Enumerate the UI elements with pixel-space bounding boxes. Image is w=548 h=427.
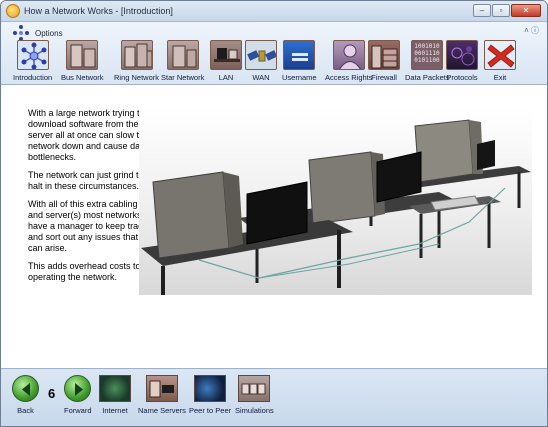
toolbar-protocols[interactable]: Protocols bbox=[446, 40, 478, 82]
window-title: How a Network Works - [Introduction] bbox=[24, 6, 173, 16]
paragraph: This adds overhead costs to operating th… bbox=[28, 261, 141, 282]
app-icon bbox=[6, 4, 20, 18]
title-bar: How a Network Works - [Introduction] – ▫… bbox=[1, 1, 547, 22]
firewall-icon bbox=[368, 40, 400, 70]
server-icon bbox=[120, 40, 153, 70]
nav-label: Name Servers bbox=[138, 406, 186, 415]
protocols-icon bbox=[446, 40, 478, 70]
back-arrow-icon bbox=[12, 375, 39, 402]
toolbar-ring-network[interactable]: Ring Network bbox=[114, 40, 159, 82]
minimize-button[interactable]: – bbox=[473, 4, 491, 17]
binary-data-icon: 1001010 0001110 0101100 bbox=[411, 40, 444, 70]
close-window-button[interactable]: ✕ bbox=[511, 4, 541, 17]
app-window: How a Network Works - [Introduction] – ▫… bbox=[0, 0, 548, 427]
page-number: 6 bbox=[48, 386, 56, 401]
computer-desk-icon bbox=[210, 40, 242, 70]
toolbar-label: Bus Network bbox=[61, 73, 104, 82]
server-icon bbox=[166, 40, 199, 70]
back-label: Back bbox=[17, 406, 34, 415]
toolbar-firewall[interactable]: Firewall bbox=[368, 40, 400, 82]
toolbar-label: Star Network bbox=[161, 73, 205, 82]
toolbar-label: Ring Network bbox=[114, 73, 160, 82]
ribbon: Options ˄ ⓘ Introduction Bus Network Rin… bbox=[1, 22, 547, 85]
person-icon bbox=[332, 40, 365, 70]
toolbar-bus-network[interactable]: Bus Network bbox=[61, 40, 104, 82]
toolbar-label: Username bbox=[282, 73, 317, 82]
binary-row: 0101100 bbox=[414, 57, 440, 64]
network-hub-icon bbox=[16, 40, 49, 70]
paragraph: The network can just grind to a halt in … bbox=[28, 170, 152, 191]
server-icon bbox=[66, 40, 99, 70]
options-label: Options bbox=[35, 28, 63, 38]
toolbar-exit[interactable]: Exit bbox=[484, 40, 516, 82]
network-illustration bbox=[139, 108, 532, 295]
close-x-icon bbox=[484, 40, 516, 70]
toolbar-label: Access Rights bbox=[325, 73, 373, 82]
toolbar-label: Firewall bbox=[371, 73, 397, 82]
toolbar-label: WAN bbox=[252, 73, 270, 82]
forward-button[interactable]: Forward bbox=[64, 375, 92, 415]
maximize-button[interactable]: ▫ bbox=[492, 4, 510, 17]
forward-arrow-icon bbox=[64, 375, 92, 402]
back-button[interactable]: Back bbox=[12, 375, 39, 415]
nav-label: Simulations bbox=[235, 406, 274, 415]
toolbar-data-packets[interactable]: 1001010 0001110 0101100 Data Packets bbox=[405, 40, 450, 82]
window-controls: – ▫ ✕ bbox=[473, 4, 541, 17]
toolbar-label: LAN bbox=[218, 73, 234, 82]
nav-peer-to-peer[interactable]: Peer to Peer bbox=[189, 375, 231, 415]
toolbar-label: Data Packets bbox=[405, 73, 450, 82]
main-toolbar: Introduction Bus Network Ring Network St… bbox=[3, 40, 547, 84]
paragraph: With all of this extra cabling and serve… bbox=[28, 199, 148, 253]
toolbar-access-rights[interactable]: Access Rights bbox=[325, 40, 373, 82]
user-login-icon bbox=[283, 40, 316, 70]
paragraph: With a large network trying to download … bbox=[28, 108, 150, 162]
peer-to-peer-icon bbox=[194, 375, 227, 402]
options-network-icon bbox=[13, 25, 29, 41]
content-area: With a large network trying to download … bbox=[1, 86, 547, 369]
navigation-bar: Back 6 Forward Internet Name Servers Pee bbox=[1, 368, 547, 426]
binary-row: 0001110 bbox=[414, 50, 440, 57]
toolbar-wan[interactable]: WAN bbox=[245, 40, 277, 82]
simulation-icon bbox=[238, 375, 271, 402]
toolbar-username[interactable]: Username bbox=[282, 40, 317, 82]
toolbar-label: Exit bbox=[493, 73, 507, 82]
ribbon-minimize-icon[interactable]: ˄ ⓘ bbox=[524, 25, 539, 36]
nav-label: Peer to Peer bbox=[189, 406, 232, 415]
options-menu[interactable]: Options bbox=[13, 25, 63, 41]
nav-internet[interactable]: Internet bbox=[99, 375, 131, 415]
toolbar-label: Introduction bbox=[13, 73, 53, 82]
binary-row: 1001010 bbox=[414, 43, 440, 50]
nav-simulations[interactable]: Simulations bbox=[235, 375, 274, 415]
toolbar-introduction[interactable]: Introduction bbox=[13, 40, 52, 82]
nav-name-servers[interactable]: Name Servers bbox=[138, 375, 186, 415]
toolbar-star-network[interactable]: Star Network bbox=[161, 40, 204, 82]
description-text: With a large network trying to download … bbox=[28, 108, 153, 290]
satellite-icon bbox=[245, 40, 277, 70]
nav-label: Internet bbox=[102, 406, 128, 415]
globe-icon bbox=[99, 375, 131, 402]
toolbar-lan[interactable]: LAN bbox=[210, 40, 242, 82]
toolbar-label: Protocols bbox=[446, 73, 478, 82]
forward-label: Forward bbox=[64, 406, 92, 415]
name-server-icon bbox=[145, 375, 178, 402]
